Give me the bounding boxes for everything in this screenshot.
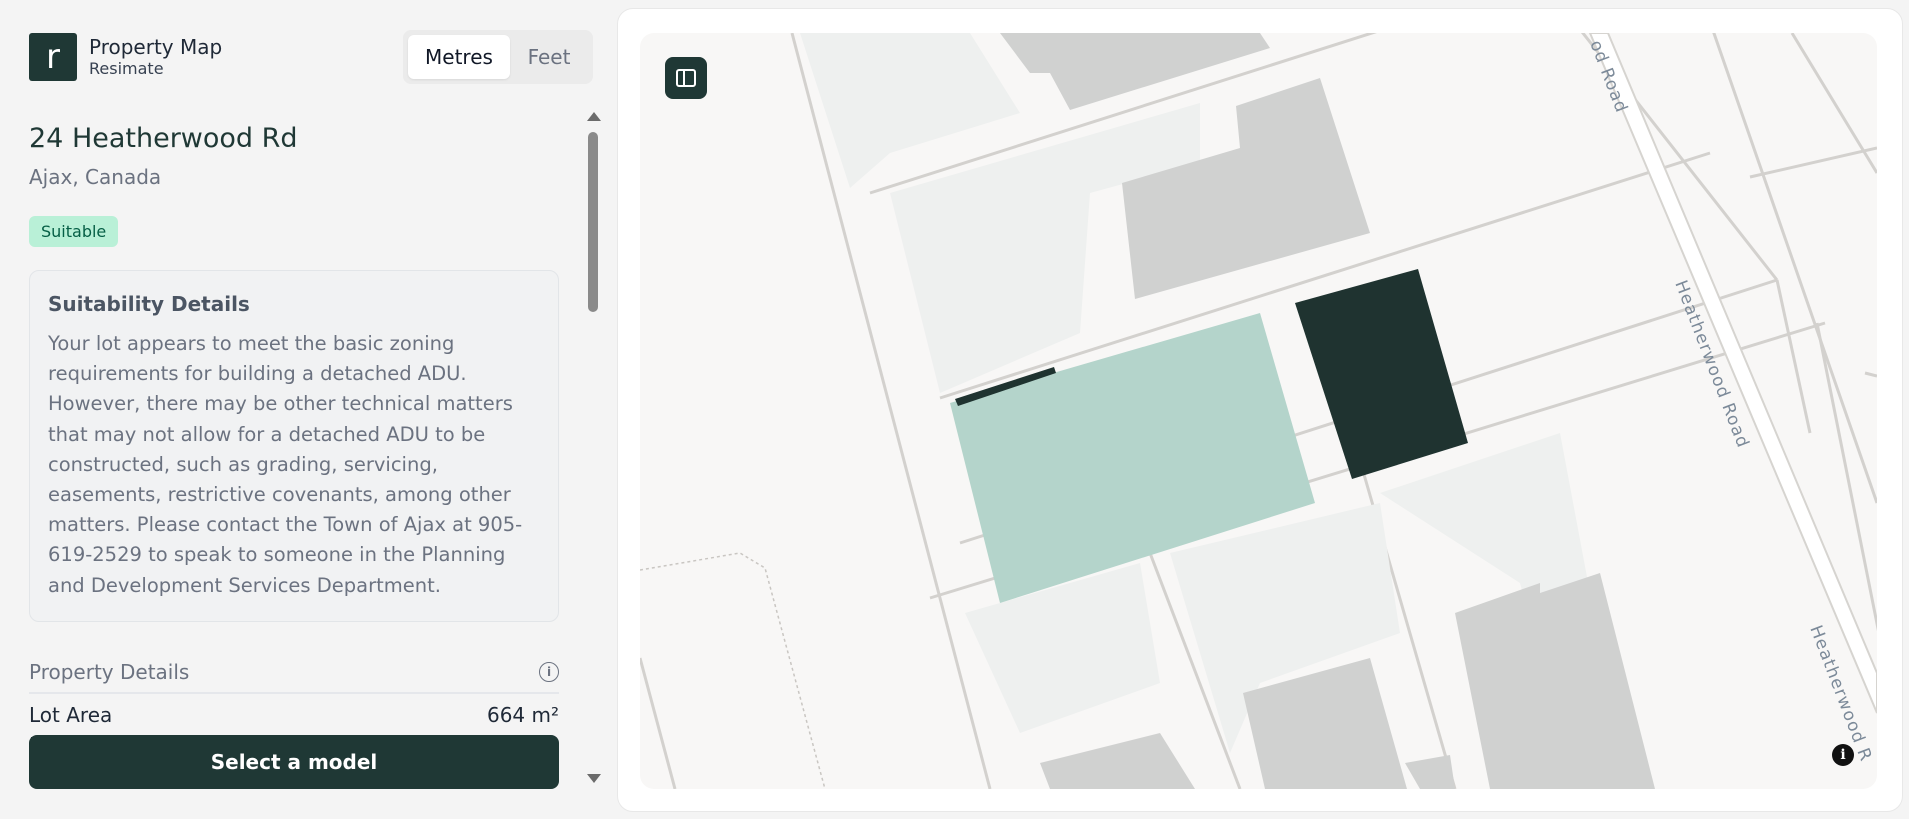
scroll-down-arrow-icon[interactable] [587, 774, 601, 783]
dashed-boundary [640, 552, 826, 789]
detail-value: 664 m² [486, 702, 559, 727]
scroll-up-arrow-icon[interactable] [587, 112, 601, 121]
suitability-title: Suitability Details [48, 292, 250, 316]
info-icon[interactable]: i [539, 661, 559, 682]
unit-toggle: Metres Feet [403, 30, 593, 84]
property-details-title: Property Details [29, 659, 190, 684]
property-map[interactable]: od Road Heatherwood Road Heatherwood R i [640, 33, 1877, 789]
property-city: Ajax, Canada [29, 165, 162, 189]
resimate-logo: r [29, 33, 77, 81]
detail-row-lot-area: Lot Area 664 m² [29, 700, 559, 730]
suitability-text: Your lot appears to meet the basic zonin… [48, 332, 523, 597]
map-info-icon[interactable]: i [1832, 744, 1854, 766]
panel-toggle-button[interactable] [665, 57, 707, 99]
app-subtitle: Resimate [89, 59, 164, 78]
panel-toggle-icon [676, 69, 696, 87]
property-panel[interactable]: 24 Heatherwood Rd Ajax, Canada Suitable … [29, 118, 559, 738]
property-details-header: Property Details i [29, 660, 559, 694]
sidebar-scrollbar[interactable] [585, 110, 601, 785]
primary-dwelling-footprint[interactable] [1295, 269, 1468, 479]
app-root: r Property Map Resimate Metres Feet 24 H… [0, 0, 1909, 819]
detail-label: Lot Area [29, 702, 113, 727]
sidebar: r Property Map Resimate Metres Feet 24 H… [0, 0, 608, 819]
brand: r Property Map Resimate [29, 33, 222, 81]
map-canvas[interactable]: od Road Heatherwood Road Heatherwood R [640, 33, 1877, 789]
brand-text: Property Map Resimate [89, 35, 222, 79]
app-title: Property Map [89, 35, 223, 59]
property-address: 24 Heatherwood Rd [29, 123, 298, 154]
scrollbar-thumb[interactable] [588, 132, 598, 312]
unit-feet-button[interactable]: Feet [510, 35, 588, 79]
select-model-button[interactable]: Select a model [29, 735, 559, 789]
unit-metres-button[interactable]: Metres [408, 35, 510, 79]
heatherwood-road [1588, 33, 1877, 714]
status-badge: Suitable [29, 216, 119, 247]
suitability-details-card: Suitability Details Your lot appears to … [29, 270, 559, 622]
